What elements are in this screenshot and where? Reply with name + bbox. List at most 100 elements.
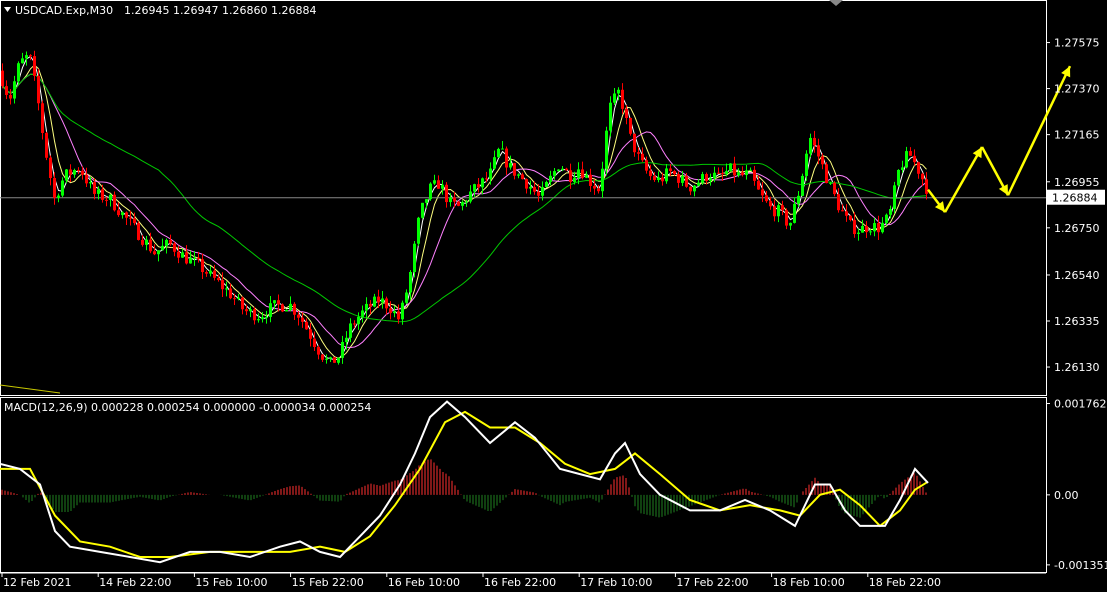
triangle-down-icon[interactable] xyxy=(4,7,11,12)
time-tick-label: 17 Feb 10:00 xyxy=(580,576,652,589)
candle-body xyxy=(389,308,392,314)
candle-body xyxy=(873,223,876,232)
candle-body xyxy=(921,173,924,180)
macd-indicator xyxy=(0,400,929,564)
candle-body xyxy=(657,177,660,180)
candle-body xyxy=(37,75,40,104)
candle-body xyxy=(809,137,812,154)
candle-body xyxy=(653,176,656,180)
scroll-marker-icon[interactable] xyxy=(829,0,843,6)
candle-body xyxy=(825,164,828,184)
candle-body xyxy=(785,210,788,226)
candle-body xyxy=(433,180,436,184)
time-tick-label: 18 Feb 10:00 xyxy=(773,576,845,589)
candle-body xyxy=(509,163,512,168)
candle-body xyxy=(777,205,780,217)
forecast-arrow-line xyxy=(943,146,984,213)
price-tick-label: 1.26335 xyxy=(1054,315,1100,328)
candle-body xyxy=(597,188,600,192)
candle-body xyxy=(413,243,416,272)
time-tick-label: 16 Feb 22:00 xyxy=(484,576,556,589)
candle-body xyxy=(645,160,648,171)
candle-body xyxy=(589,174,592,186)
candle-body xyxy=(241,297,244,310)
candle-body xyxy=(697,182,700,186)
candle-body xyxy=(673,170,676,175)
candle-body xyxy=(341,342,344,358)
candle-body xyxy=(729,163,732,172)
candle-body xyxy=(345,337,348,343)
price-tick-label: 1.27575 xyxy=(1054,37,1100,50)
time-tick-label: 18 Feb 22:00 xyxy=(869,576,941,589)
candle-body xyxy=(133,218,136,224)
candle-body xyxy=(333,357,336,363)
candle-body xyxy=(721,173,724,175)
candle-body xyxy=(517,174,520,176)
candle-body xyxy=(337,357,340,363)
candle-body xyxy=(805,153,808,176)
candle-body xyxy=(705,174,708,182)
candle-body xyxy=(469,191,472,202)
candle-body xyxy=(321,354,324,360)
price-tick-label: 1.26750 xyxy=(1054,222,1100,235)
candle-body xyxy=(885,214,888,223)
candle-body xyxy=(373,296,376,307)
candle-body xyxy=(257,319,260,321)
candle-body xyxy=(57,195,60,198)
candle-body xyxy=(457,201,460,206)
candle-body xyxy=(917,162,920,174)
candle-body xyxy=(29,55,32,57)
candle-body xyxy=(493,157,496,169)
candle-body xyxy=(817,145,820,157)
candle-body xyxy=(329,357,332,359)
candle-body xyxy=(877,223,880,233)
candle-body xyxy=(769,201,772,207)
candle-body xyxy=(449,197,452,203)
candle-body xyxy=(97,189,100,194)
candle-body xyxy=(585,174,588,178)
candle-body xyxy=(477,184,480,188)
candle-body xyxy=(709,178,712,182)
candle-body xyxy=(641,153,644,161)
candle-body xyxy=(325,358,328,360)
candle-body xyxy=(661,177,664,182)
candle-body xyxy=(569,170,572,182)
candle-body xyxy=(85,174,88,184)
candle-body xyxy=(857,232,860,235)
price-axis: 1.27575 1.27370 1.27165 1.26955 1.26750 1.265… xyxy=(1046,37,1107,572)
time-tick-label: 12 Feb 2021 xyxy=(3,576,71,589)
price-tick-label: 1.27165 xyxy=(1054,129,1100,142)
candle-body xyxy=(869,231,872,233)
candle-body xyxy=(129,217,132,219)
candle-body xyxy=(193,257,196,259)
candle-body xyxy=(837,194,840,211)
candle-body xyxy=(317,347,320,355)
candle-body xyxy=(61,180,64,196)
candle-body xyxy=(185,252,188,264)
candle-body xyxy=(717,172,720,174)
candle-body xyxy=(377,296,380,303)
candle-body xyxy=(749,169,752,171)
candle-body xyxy=(897,169,900,186)
time-tick-label: 15 Feb 10:00 xyxy=(195,576,267,589)
candle-body xyxy=(213,270,216,278)
candle-body xyxy=(249,309,252,312)
candle-body xyxy=(549,175,552,182)
candle-body xyxy=(497,148,500,158)
candle-body xyxy=(789,222,792,226)
candle-body xyxy=(25,55,28,59)
candle-body xyxy=(113,194,116,211)
candle-body xyxy=(757,180,760,190)
candle-body xyxy=(625,108,628,119)
candle-body xyxy=(621,89,624,109)
candle-body xyxy=(429,183,432,200)
moving-average-tail xyxy=(0,384,61,394)
chart-canvas[interactable]: 1.27575 1.27370 1.27165 1.26955 1.26750 1.265… xyxy=(0,0,1107,592)
candle-body xyxy=(105,199,108,201)
candle-body xyxy=(553,171,556,176)
macd-tick-label: -0.001351 xyxy=(1054,559,1107,572)
time-tick-label: 14 Feb 22:00 xyxy=(99,576,171,589)
candle-body xyxy=(237,297,240,299)
candle-body xyxy=(481,178,484,188)
price-tick-label: 1.26130 xyxy=(1054,361,1100,374)
